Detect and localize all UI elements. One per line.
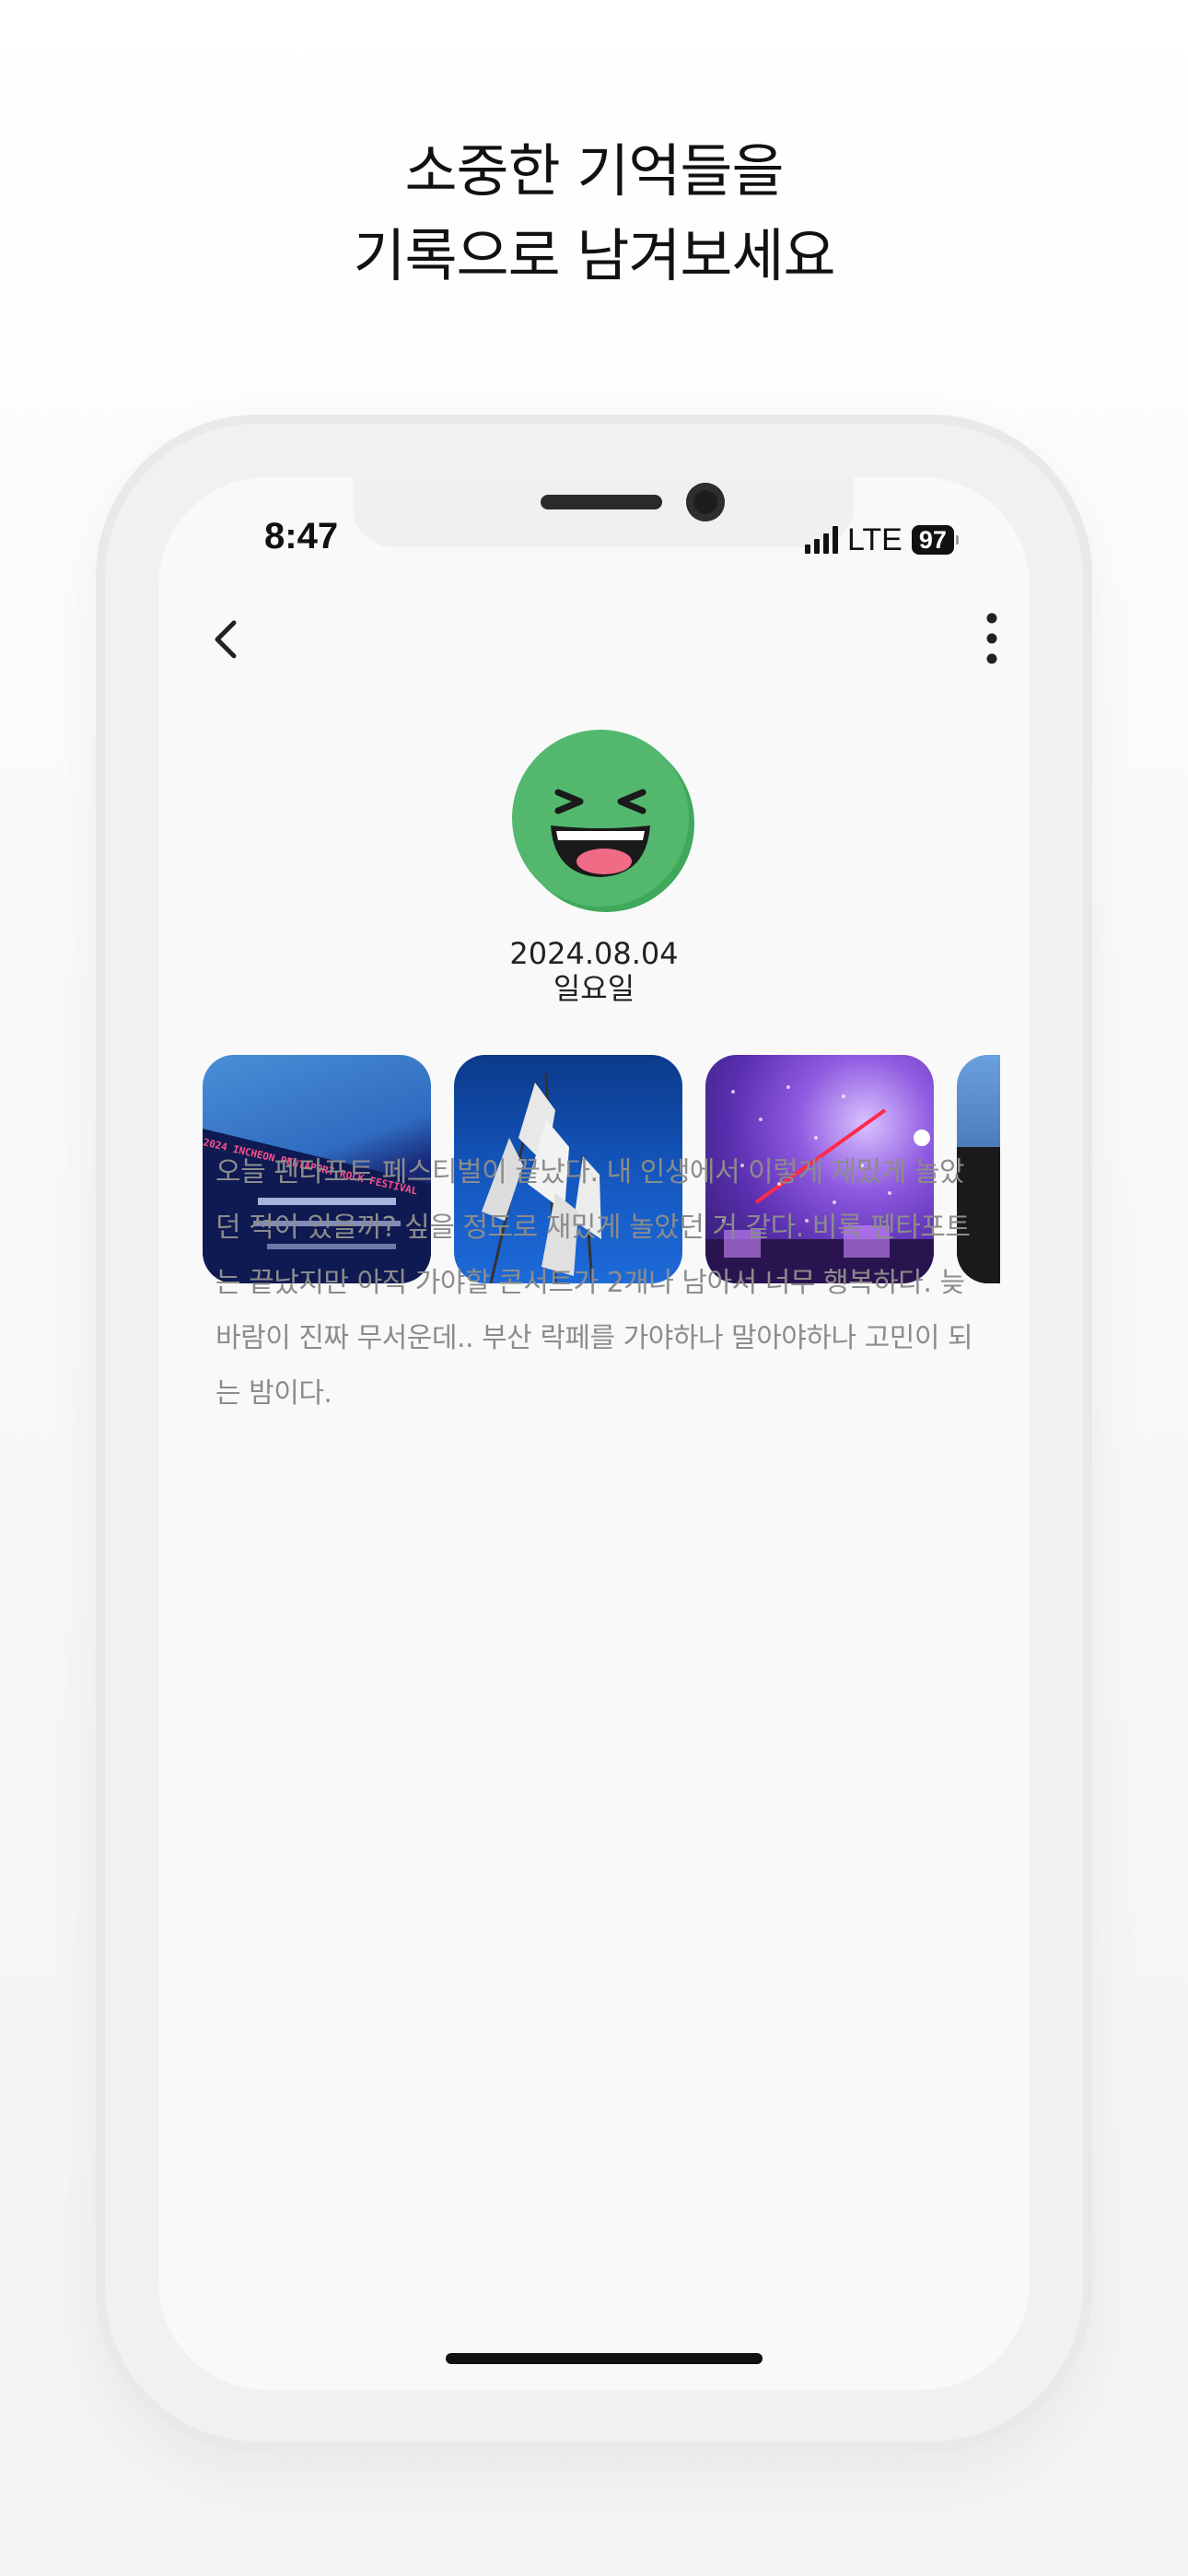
camera-icon	[686, 483, 725, 521]
network-type: LTE	[847, 521, 903, 557]
speaker	[541, 495, 662, 509]
home-indicator[interactable]	[446, 2353, 763, 2364]
battery-tip	[955, 535, 959, 544]
more-vertical-icon	[986, 613, 997, 664]
headline-line-1: 소중한 기억들을	[404, 137, 785, 205]
headline-line-2: 기록으로 남겨보세요	[353, 222, 835, 289]
entry-date-block: 2024.08.04 일요일	[158, 936, 1030, 1006]
status-time: 8:47	[264, 516, 339, 556]
phone-screen: 8:47 LTE 97 2024.08.04 일요일 2024 INCHEON …	[158, 477, 1030, 2390]
headline: 소중한 기억들을 기록으로 남겨보세요	[0, 129, 1188, 299]
notch	[353, 477, 854, 547]
entry-date: 2024.08.04	[509, 936, 679, 971]
back-button[interactable]	[203, 606, 254, 673]
more-options-button[interactable]	[978, 608, 1006, 669]
signal-icon	[805, 526, 838, 554]
phone-frame: 8:47 LTE 97 2024.08.04 일요일 2024 INCHEON …	[96, 415, 1092, 2451]
chevron-left-icon	[215, 620, 237, 659]
mood-emoji[interactable]	[510, 728, 694, 912]
laughing-face-icon	[512, 730, 694, 912]
diary-text: 오늘 펜타포트 페스티벌이 끝났다. 내 인생에서 이렇게 재밌게 놀았던 적이…	[215, 1156, 973, 1410]
entry-weekday: 일요일	[553, 971, 635, 1006]
battery-icon: 97	[911, 525, 954, 555]
status-indicators: LTE 97	[805, 521, 959, 558]
